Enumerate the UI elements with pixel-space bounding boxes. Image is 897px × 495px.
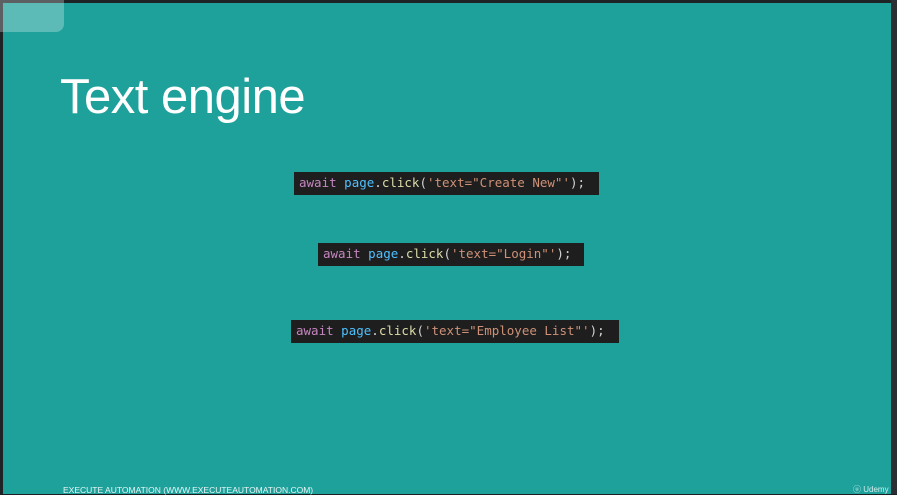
code-snippet-create-new: await page.click('text="Create New"');: [294, 172, 599, 195]
code-object: page: [344, 175, 375, 190]
code-string: 'text="Create New"': [426, 175, 570, 190]
code-dot: .: [398, 246, 406, 261]
code-keyword: await: [299, 175, 337, 190]
code-keyword: await: [296, 323, 334, 338]
udemy-logo-icon: ⓤ: [853, 485, 861, 494]
slide-title: Text engine: [60, 70, 306, 124]
code-method: click: [381, 175, 420, 190]
code-string: 'text="Employee List"': [423, 323, 590, 338]
code-snippet-login: await page.click('text="Login"');: [318, 243, 584, 266]
player-edge-bar: [891, 0, 897, 494]
code-open-paren: (: [416, 323, 424, 338]
udemy-watermark-text: Udemy: [863, 485, 889, 494]
code-close: );: [556, 246, 572, 261]
code-method: click: [378, 323, 417, 338]
code-dot: .: [371, 323, 379, 338]
player-overlay-box[interactable]: [0, 0, 64, 32]
code-string: 'text="Login"': [450, 246, 557, 261]
code-object: page: [341, 323, 372, 338]
code-open-paren: (: [443, 246, 451, 261]
slide: Text engine await page.click('text="Crea…: [3, 3, 891, 495]
udemy-watermark: ⓤ Udemy: [853, 484, 889, 495]
code-keyword: await: [323, 246, 361, 261]
code-method: click: [405, 246, 444, 261]
code-close: );: [569, 175, 586, 190]
video-frame: Text engine await page.click('text="Crea…: [0, 0, 897, 495]
code-dot: .: [374, 175, 382, 190]
code-snippet-employee-list: await page.click('text="Employee List"')…: [291, 320, 619, 343]
code-object: page: [368, 246, 399, 261]
code-close: );: [589, 323, 605, 338]
code-open-paren: (: [419, 175, 427, 190]
